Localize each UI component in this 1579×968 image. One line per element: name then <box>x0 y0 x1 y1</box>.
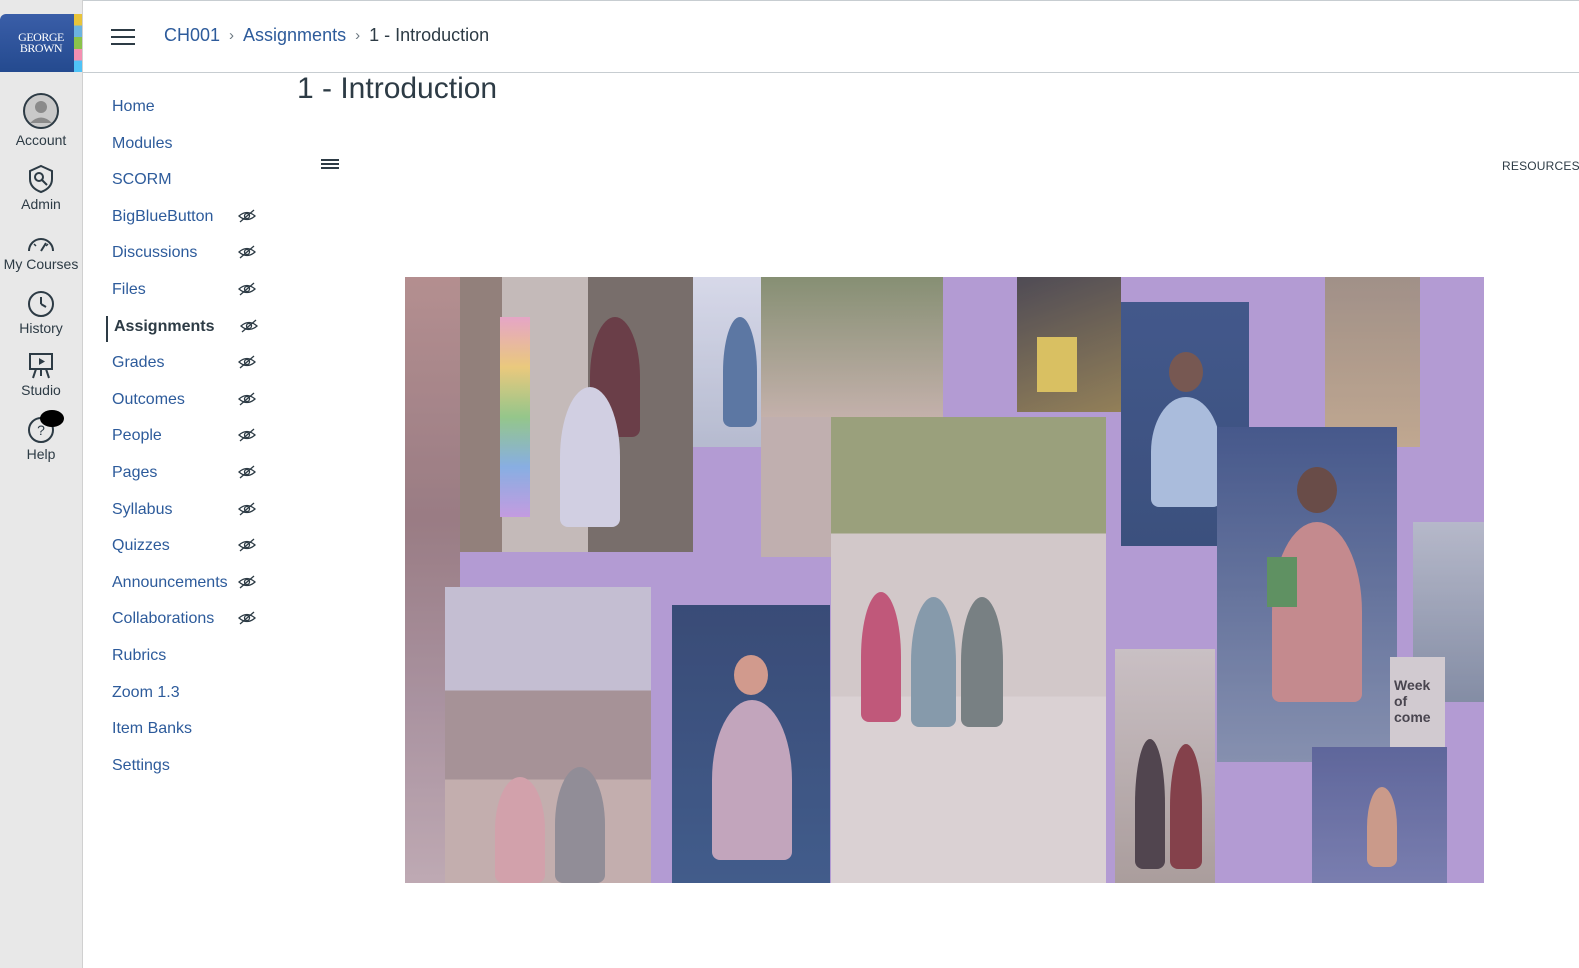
collage-purple-overlay <box>405 277 1484 883</box>
logo-stripes <box>74 14 82 72</box>
course-nav-label: Files <box>112 281 146 298</box>
course-nav-label: Settings <box>112 757 170 774</box>
hidden-from-students-eye-icon <box>238 465 256 479</box>
hidden-from-students-eye-icon <box>240 319 258 333</box>
course-nav-grades[interactable]: Grades <box>106 352 266 378</box>
course-nav-assignments[interactable]: Assignments <box>106 316 268 342</box>
college-logo[interactable]: GEORGE BROWN <box>0 14 82 72</box>
course-nav-home[interactable]: Home <box>106 96 266 122</box>
help-notification-badge <box>40 410 64 427</box>
breadcrumb: CH001 › Assignments › 1 - Introduction <box>164 25 489 46</box>
course-nav-label: Zoom 1.3 <box>112 684 180 701</box>
course-nav-label: SCORM <box>112 171 172 188</box>
courses-dashboard-icon <box>28 238 54 252</box>
course-nav-label: Pages <box>112 464 158 481</box>
global-nav-history-label: History <box>19 320 63 336</box>
global-nav-help-label: Help <box>26 446 56 462</box>
global-nav-my-courses-label: My Courses <box>3 256 79 272</box>
global-navigation: GEORGE BROWN Account Admin My Courses Hi… <box>0 0 83 968</box>
course-nav-item-banks[interactable]: Item Banks <box>106 718 266 744</box>
course-nav-quizzes[interactable]: Quizzes <box>106 535 266 561</box>
course-menu-toggle-icon[interactable] <box>111 27 137 47</box>
hidden-from-students-eye-icon <box>238 282 256 296</box>
campus-collage-image: Week of come <box>405 277 1484 883</box>
account-avatar-icon <box>23 93 59 129</box>
global-nav-help[interactable]: ? Help <box>0 410 82 462</box>
hidden-from-students-eye-icon <box>238 611 256 625</box>
global-nav-studio-label: Studio <box>21 382 61 398</box>
global-nav-admin[interactable]: Admin <box>0 164 82 212</box>
resources-link[interactable]: RESOURCES <box>1502 159 1579 173</box>
top-bar: CH001 › Assignments › 1 - Introduction <box>83 0 1579 73</box>
breadcrumb-course-link[interactable]: CH001 <box>164 25 220 46</box>
course-nav-announcements[interactable]: Announcements <box>106 572 266 598</box>
course-nav-settings[interactable]: Settings <box>106 755 266 781</box>
course-nav-label: Quizzes <box>112 537 170 554</box>
course-nav-rubrics[interactable]: Rubrics <box>106 645 266 671</box>
course-nav-syllabus[interactable]: Syllabus <box>106 499 266 525</box>
course-nav-label: Syllabus <box>112 501 173 518</box>
course-nav-zoom-1-3[interactable]: Zoom 1.3 <box>106 682 266 708</box>
course-nav-label: Item Banks <box>112 720 193 737</box>
course-nav-discussions[interactable]: Discussions <box>106 242 266 268</box>
hidden-from-students-eye-icon <box>238 245 256 259</box>
global-nav-history[interactable]: History <box>0 290 82 336</box>
hidden-from-students-eye-icon <box>238 209 256 223</box>
course-nav-collaborations[interactable]: Collaborations <box>106 608 266 634</box>
course-nav-label: Announcements <box>112 574 228 591</box>
hidden-from-students-eye-icon <box>238 355 256 369</box>
course-nav-label: Grades <box>112 354 165 371</box>
logo-wordmark: GEORGE BROWN <box>6 30 76 55</box>
global-nav-account[interactable]: Account <box>0 92 82 148</box>
course-nav-scorm[interactable]: SCORM <box>106 169 266 195</box>
page-title: 1 - Introduction <box>297 72 498 105</box>
global-nav-studio[interactable]: Studio <box>0 352 82 398</box>
breadcrumb-chevron-icon: › <box>229 27 235 44</box>
admin-shield-icon <box>29 164 53 194</box>
breadcrumb-current: 1 - Introduction <box>369 25 490 45</box>
course-nav-label: Rubrics <box>112 647 167 664</box>
hidden-from-students-eye-icon <box>238 428 256 442</box>
history-clock-icon <box>28 291 54 317</box>
logo-text: GEORGE BROWN <box>18 30 64 55</box>
hidden-from-students-eye-icon <box>238 392 256 406</box>
course-nav-label: BigBlueButton <box>112 208 214 225</box>
course-nav-modules[interactable]: Modules <box>106 133 266 159</box>
course-nav-label: Outcomes <box>112 391 185 408</box>
course-nav-label: Modules <box>112 135 173 152</box>
course-nav-bigbluebutton[interactable]: BigBlueButton <box>106 206 266 232</box>
course-nav-label: People <box>112 427 162 444</box>
breadcrumb-chevron-icon: › <box>355 27 361 44</box>
course-nav-label: Assignments <box>114 318 215 335</box>
course-nav-label: Home <box>112 98 155 115</box>
content-menu-icon[interactable] <box>321 159 339 171</box>
global-nav-admin-label: Admin <box>21 196 61 212</box>
course-nav-label: Collaborations <box>112 610 215 627</box>
course-nav-files[interactable]: Files <box>106 279 266 305</box>
hidden-from-students-eye-icon <box>238 575 256 589</box>
global-nav-account-label: Account <box>15 132 67 148</box>
course-nav-outcomes[interactable]: Outcomes <box>106 389 266 415</box>
global-nav-my-courses[interactable]: My Courses <box>0 232 82 272</box>
hidden-from-students-eye-icon <box>238 502 256 516</box>
studio-presentation-icon <box>29 353 53 379</box>
course-nav-people[interactable]: People <box>106 425 266 451</box>
hidden-from-students-eye-icon <box>238 538 256 552</box>
course-nav-pages[interactable]: Pages <box>106 462 266 488</box>
course-nav-label: Discussions <box>112 244 198 261</box>
breadcrumb-assignments-link[interactable]: Assignments <box>243 25 346 46</box>
